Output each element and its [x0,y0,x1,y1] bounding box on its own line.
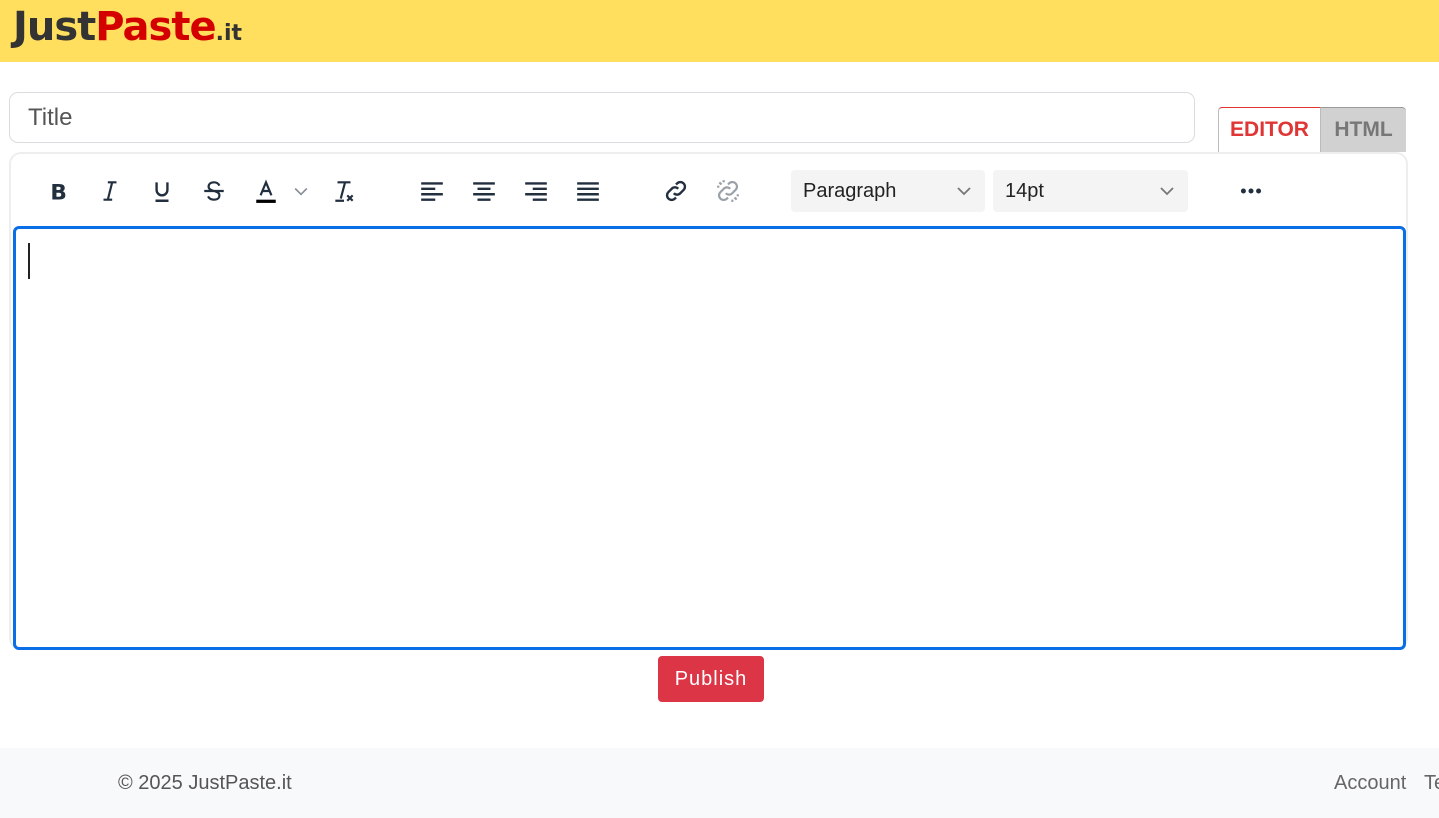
logo-tld: .it [215,21,243,46]
underline-icon[interactable] [145,174,179,208]
align-justify-icon[interactable] [571,174,605,208]
footer-link-account[interactable]: Account [1334,772,1406,795]
strikethrough-icon[interactable] [197,174,231,208]
logo[interactable]: JustPaste.it [13,4,242,50]
text-color-icon[interactable] [249,174,283,208]
footer: © 2025 JustPaste.it Account Te [0,748,1439,818]
svg-text:B: B [50,181,67,204]
font-size-select[interactable]: 14pt [993,170,1188,212]
align-center-icon[interactable] [467,174,501,208]
logo-paste: Paste [95,4,216,50]
unlink-icon[interactable] [711,174,745,208]
italic-icon[interactable] [93,174,127,208]
block-format-value: Paragraph [803,179,897,202]
header: JustPaste.it [0,0,1439,62]
font-size-value: 14pt [1005,179,1044,202]
editor-toolbar: B Paragraph 14pt [11,154,1406,226]
chevron-down-icon [957,187,971,196]
editor-content-area[interactable] [13,226,1406,650]
more-icon[interactable] [1234,174,1268,208]
chevron-down-icon [1160,187,1174,196]
block-format-select[interactable]: Paragraph [791,170,985,212]
rich-text-editor: B Paragraph 14pt [9,152,1408,650]
bold-icon[interactable]: B [41,174,75,208]
text-color-dropdown-icon[interactable] [289,174,313,208]
clear-formatting-icon[interactable] [327,174,361,208]
align-left-icon[interactable] [415,174,449,208]
tab-html[interactable]: HTML [1321,107,1406,152]
editor-mode-tabs: EDITOR HTML [1218,107,1406,152]
title-input[interactable] [9,92,1195,143]
tab-editor[interactable]: EDITOR [1218,107,1321,152]
link-icon[interactable] [659,174,693,208]
footer-link-terms[interactable]: Te [1424,772,1439,795]
publish-button[interactable]: Publish [658,656,764,702]
logo-just: Just [13,4,96,50]
text-cursor [28,243,30,279]
align-right-icon[interactable] [519,174,553,208]
copyright: © 2025 JustPaste.it [118,772,292,794]
